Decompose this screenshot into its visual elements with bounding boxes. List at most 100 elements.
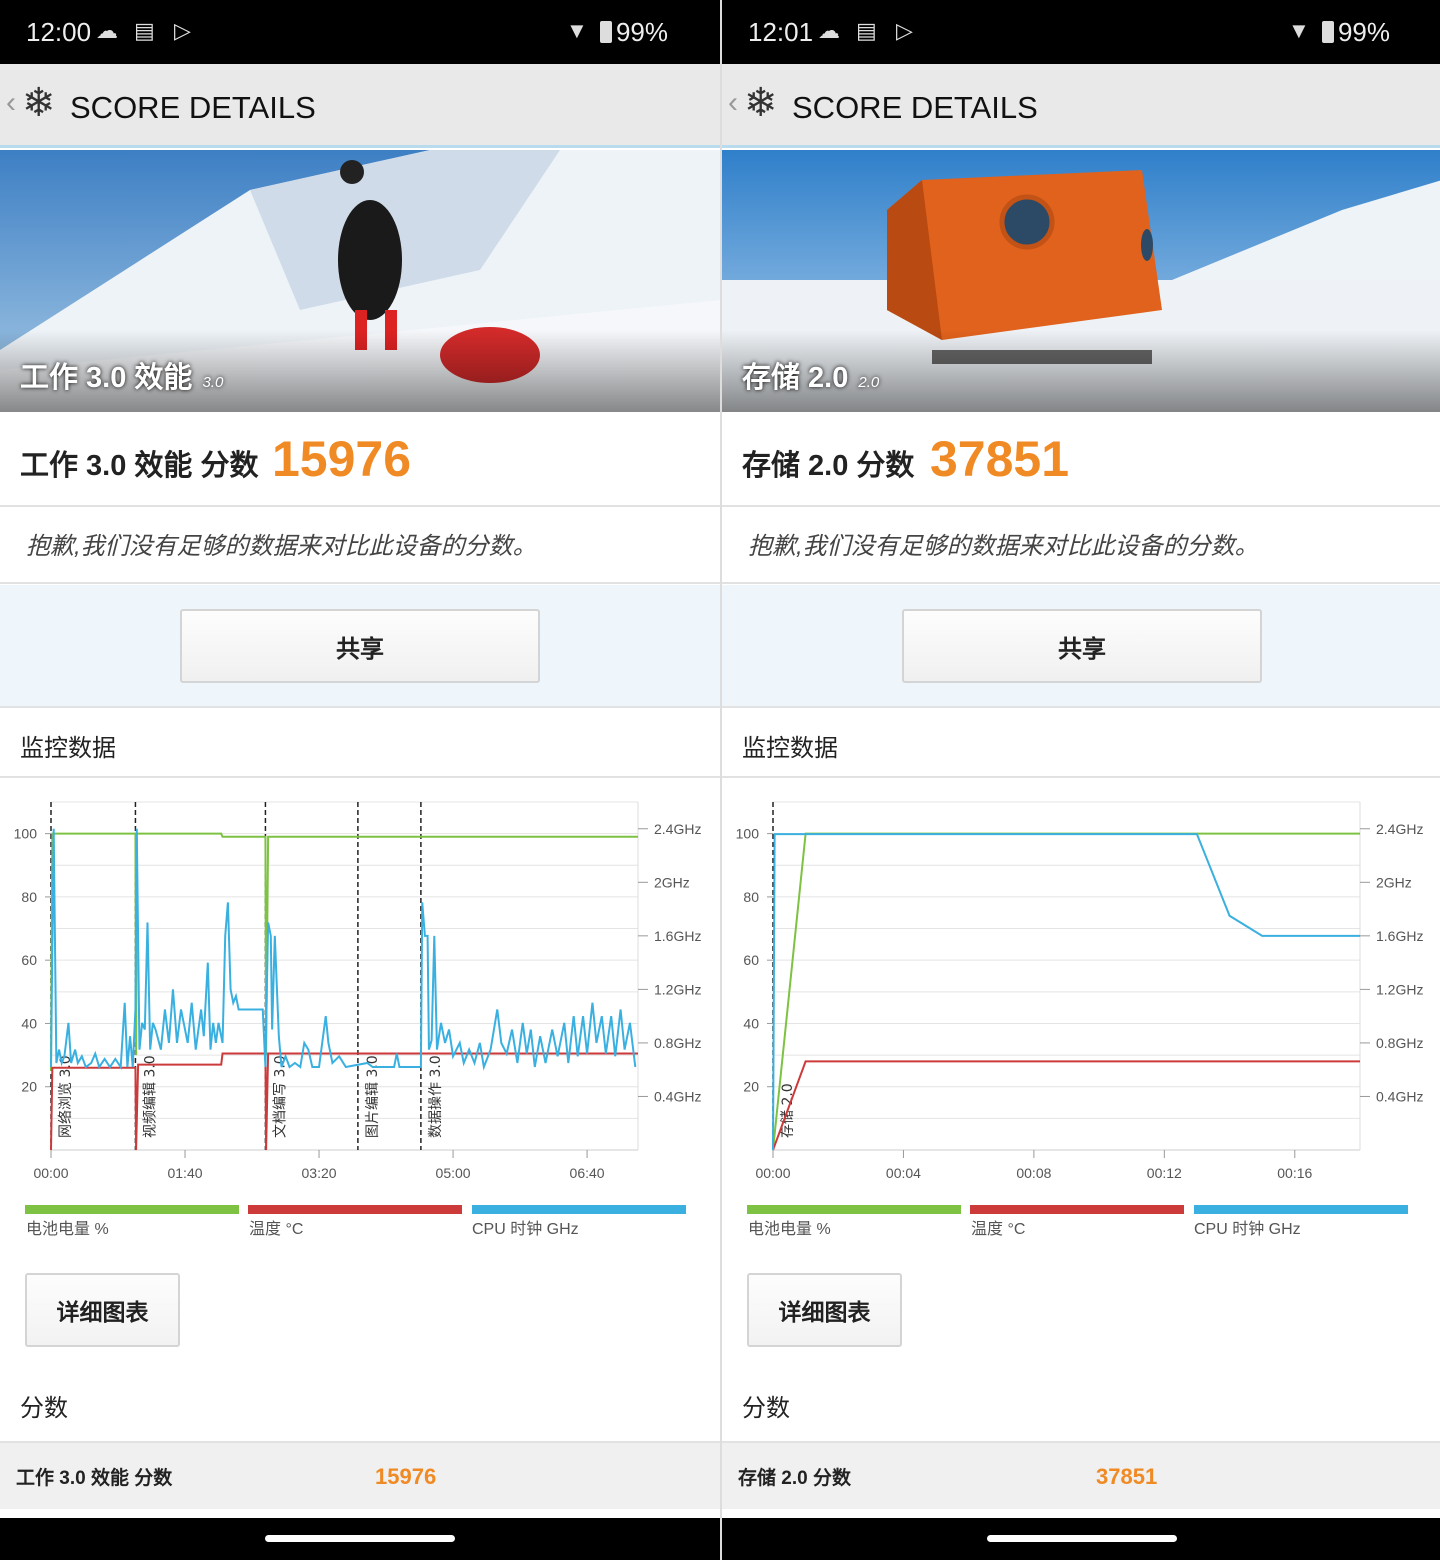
series-line [772, 1060, 1360, 1151]
gesture-nav-bar [722, 1518, 1440, 1560]
scores-heading: 分数 [20, 1395, 68, 1422]
share-button[interactable]: 共享 [902, 609, 1262, 683]
detail-chart-button[interactable]: 详细图表 [25, 1273, 180, 1347]
legend-cpu-swatch [472, 1205, 686, 1214]
test-marker-label: 数据操作 3.0 [428, 1055, 444, 1138]
hero-caption: 工作 3.0 效能 3.0 [20, 362, 224, 394]
score-label: 工作 3.0 效能 分数 [20, 450, 259, 482]
hero-caption: 存储 2.0 2.0 [742, 362, 880, 394]
back-chevron-icon[interactable]: ‹ [6, 86, 16, 120]
y2-tick-label: 1.2GHz [1376, 981, 1423, 997]
test-marker-label: 文档编写 3.0 [272, 1055, 288, 1138]
x-tick-label: 00:04 [886, 1165, 921, 1181]
legend-cpu: CPU 时钟 GHz [472, 1221, 579, 1238]
play-store-icon: ▷ [174, 18, 191, 43]
calendar-icon: ▤ [134, 18, 155, 43]
wifi-icon: ▼ [1288, 18, 1310, 43]
detail-chart-button[interactable]: 详细图表 [747, 1273, 902, 1347]
y-tick-label: 20 [743, 1079, 759, 1095]
legend-cpu: CPU 时钟 GHz [1194, 1221, 1301, 1238]
snowflake-logo-icon: ❄ [744, 81, 778, 125]
y-tick-label: 100 [14, 826, 38, 842]
x-tick-label: 00:16 [1277, 1165, 1312, 1181]
hero-image: 工作 3.0 效能 3.0 [0, 150, 720, 412]
battery-percent: 99% [1337, 17, 1390, 47]
score-table-row: 存储 2.0 分数 37851 [722, 1441, 1440, 1509]
hero-version: 3.0 [202, 374, 224, 391]
monitor-heading: 监控数据 [722, 706, 1440, 778]
home-indicator[interactable] [265, 1535, 455, 1542]
series-line [50, 828, 637, 1071]
y2-tick-label: 0.8GHz [1376, 1035, 1423, 1051]
hero-version: 2.0 [858, 374, 880, 391]
gesture-nav-bar [0, 1518, 720, 1560]
y2-tick-label: 2.4GHz [1376, 821, 1423, 837]
legend-battery: 电池电量 % [748, 1221, 831, 1238]
wifi-icon: ▼ [566, 18, 588, 43]
legend-temp-swatch [248, 1205, 462, 1214]
y-tick-label: 20 [21, 1079, 37, 1095]
hero-image: 存储 2.0 2.0 [722, 150, 1440, 412]
y-tick-label: 60 [21, 952, 37, 968]
y2-tick-label: 0.4GHz [654, 1088, 701, 1104]
score-summary: 存储 2.0 分数 37851 [722, 412, 1440, 507]
score-row-label: 存储 2.0 分数 [738, 1468, 851, 1489]
score-row-value: 15976 [375, 1464, 437, 1489]
comparison-message: 抱歉,我们没有足够的数据来对比此设备的分数。 [0, 508, 720, 584]
page-title: SCORE DETAILS [792, 90, 1038, 125]
score-table-row: 工作 3.0 效能 分数 15976 [0, 1441, 720, 1509]
back-chevron-icon[interactable]: ‹ [728, 86, 738, 120]
x-tick-label: 00:08 [1016, 1165, 1051, 1181]
score-value: 37851 [930, 431, 1070, 487]
y-tick-label: 80 [743, 889, 759, 905]
battery-percent: 99% [615, 17, 668, 47]
legend-battery-swatch [25, 1205, 239, 1214]
y2-tick-label: 0.4GHz [1376, 1088, 1423, 1104]
x-tick-label: 06:40 [570, 1165, 605, 1181]
x-tick-label: 01:40 [167, 1165, 202, 1181]
x-tick-label: 00:00 [33, 1165, 68, 1181]
x-tick-label: 03:20 [302, 1165, 337, 1181]
left-screen: 12:00 ☁ ▤ ▷ ▼ 99% ‹ ❄ SCORE DETAILS 工作 3… [0, 0, 720, 1560]
x-tick-label: 00:12 [1147, 1165, 1182, 1181]
score-row-label: 工作 3.0 效能 分数 [16, 1468, 173, 1489]
y2-tick-label: 2GHz [654, 874, 690, 890]
legend-temp: 温度 °C [249, 1221, 304, 1238]
score-value: 15976 [272, 431, 412, 487]
monitoring-chart: 20 40 60 80 100 0.4GHz 0.8GHz 1.2GHz 1.6GHz 2GHz 2… [14, 801, 701, 1181]
battery-icon [1322, 21, 1334, 43]
battery-icon [600, 21, 612, 43]
score-summary: 工作 3.0 效能 分数 15976 [0, 412, 720, 507]
legend-battery-swatch [747, 1205, 961, 1214]
comparison-message: 抱歉,我们没有足够的数据来对比此设备的分数。 [722, 508, 1440, 584]
home-indicator[interactable] [987, 1535, 1177, 1542]
test-marker-label: 视频编辑 3.0 [142, 1055, 158, 1138]
y2-tick-label: 1.2GHz [654, 981, 701, 997]
legend-cpu-swatch [1194, 1205, 1408, 1214]
y2-tick-label: 2.4GHz [654, 821, 701, 837]
right-screen: 12:01 ☁ ▤ ▷ ▼ 99% ‹ ❄ SCORE DETAILS 存储 2… [720, 0, 1440, 1560]
y-tick-label: 40 [743, 1015, 759, 1031]
y2-tick-label: 0.8GHz [654, 1035, 701, 1051]
y-tick-label: 60 [743, 952, 759, 968]
x-tick-label: 00:00 [755, 1165, 790, 1181]
status-bar: 12:00 ☁ ▤ ▷ ▼ 99% [0, 0, 720, 64]
app-header: ‹ ❄ SCORE DETAILS [0, 64, 720, 148]
monitoring-chart: 20 40 60 80 100 0.4GHz 0.8GHz 1.2GHz 1.6GHz 2GHz 2… [736, 801, 1423, 1181]
y-tick-label: 100 [736, 826, 760, 842]
calendar-icon: ▤ [856, 18, 877, 43]
clock: 12:01 [748, 17, 814, 47]
y-tick-label: 40 [21, 1015, 37, 1031]
score-row-value: 37851 [1096, 1464, 1158, 1489]
page-title: SCORE DETAILS [70, 90, 316, 125]
app-header: ‹ ❄ SCORE DETAILS [722, 64, 1440, 148]
legend-temp: 温度 °C [971, 1221, 1026, 1238]
cloud-icon: ☁ [818, 18, 840, 43]
x-tick-label: 05:00 [436, 1165, 471, 1181]
play-store-icon: ▷ [896, 18, 913, 43]
share-button[interactable]: 共享 [180, 609, 540, 683]
cloud-icon: ☁ [96, 18, 118, 43]
status-bar: 12:01 ☁ ▤ ▷ ▼ 99% [722, 0, 1440, 64]
scores-heading: 分数 [742, 1395, 790, 1422]
monitor-heading: 监控数据 [0, 706, 720, 778]
